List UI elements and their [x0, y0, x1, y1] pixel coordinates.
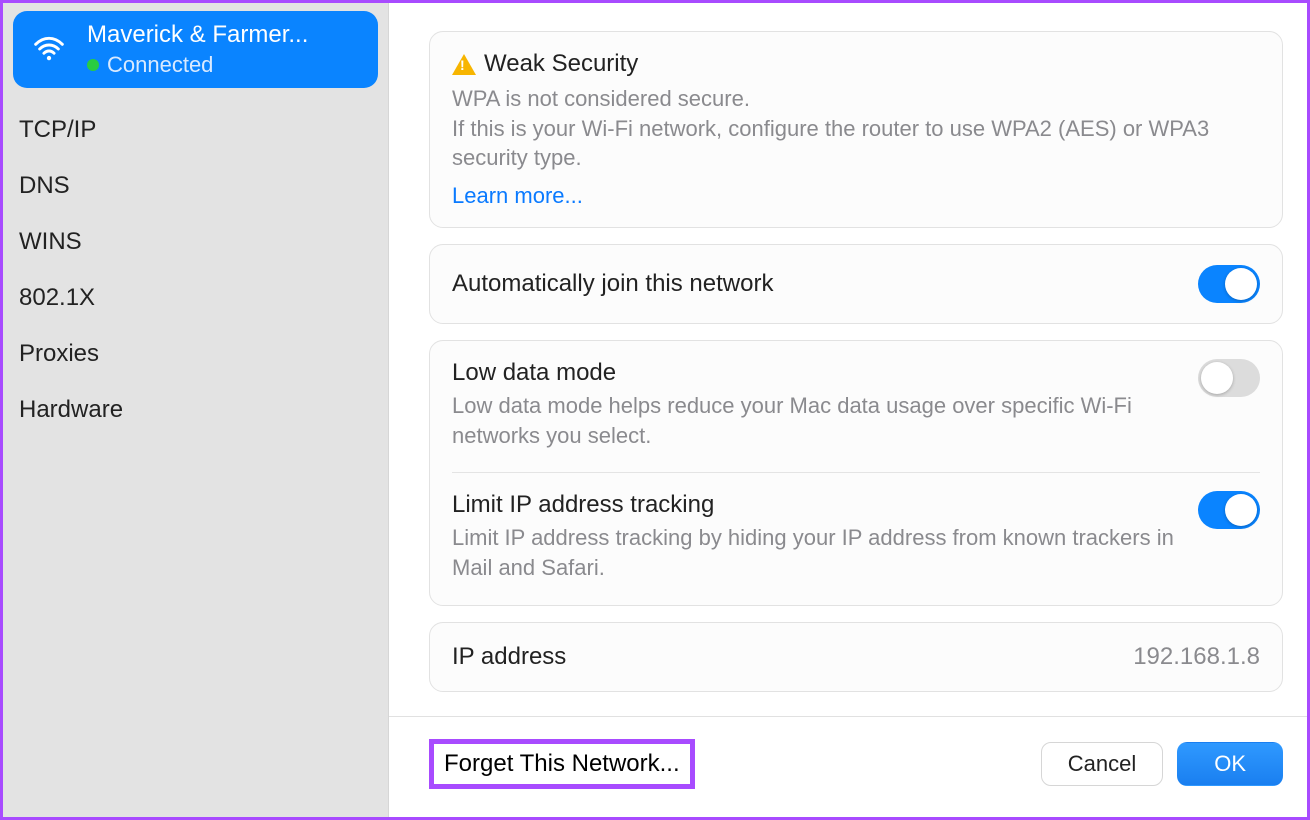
auto-join-toggle[interactable] — [1198, 265, 1260, 303]
security-desc-2: If this is your Wi-Fi network, configure… — [452, 114, 1260, 173]
sidebar-item-proxies[interactable]: Proxies — [13, 326, 378, 382]
sidebar-network-header[interactable]: Maverick & Farmer... Connected — [13, 11, 378, 88]
sidebar-item-hardware[interactable]: Hardware — [13, 382, 378, 438]
footer: Forget This Network... Cancel OK — [389, 716, 1307, 817]
ip-address-card: IP address 192.168.1.8 — [429, 622, 1283, 692]
low-data-toggle[interactable] — [1198, 359, 1260, 397]
data-options-card: Low data mode Low data mode helps reduce… — [429, 340, 1283, 606]
scroll-area[interactable]: Weak Security WPA is not considered secu… — [389, 3, 1307, 716]
security-warning-card: Weak Security WPA is not considered secu… — [429, 31, 1283, 228]
limit-ip-label: Limit IP address tracking — [452, 491, 1180, 519]
status-dot-icon — [87, 59, 99, 71]
ip-address-label: IP address — [452, 643, 566, 671]
low-data-label: Low data mode — [452, 359, 1180, 387]
sidebar-item-dns[interactable]: DNS — [13, 158, 378, 214]
learn-more-link[interactable]: Learn more... — [452, 183, 583, 209]
cancel-button[interactable]: Cancel — [1041, 742, 1163, 786]
ok-button[interactable]: OK — [1177, 742, 1283, 786]
limit-ip-desc: Limit IP address tracking by hiding your… — [452, 523, 1180, 582]
sidebar: Maverick & Farmer... Connected TCP/IP DN… — [3, 3, 389, 817]
network-name: Maverick & Farmer... — [87, 21, 308, 50]
security-heading: Weak Security — [484, 50, 638, 78]
forget-highlight: Forget This Network... — [429, 739, 695, 789]
network-status-text: Connected — [107, 52, 213, 78]
main-panel: Weak Security WPA is not considered secu… — [389, 3, 1307, 817]
auto-join-label: Automatically join this network — [452, 270, 773, 298]
sidebar-item-8021x[interactable]: 802.1X — [13, 270, 378, 326]
auto-join-card: Automatically join this network — [429, 244, 1283, 324]
sidebar-item-wins[interactable]: WINS — [13, 214, 378, 270]
wifi-icon — [25, 25, 73, 73]
ip-address-value: 192.168.1.8 — [1133, 643, 1260, 671]
limit-ip-toggle[interactable] — [1198, 491, 1260, 529]
warning-icon — [452, 54, 476, 75]
network-status: Connected — [87, 52, 308, 78]
low-data-desc: Low data mode helps reduce your Mac data… — [452, 391, 1180, 450]
forget-network-button[interactable]: Forget This Network... — [434, 744, 690, 784]
security-desc-1: WPA is not considered secure. — [452, 84, 1260, 114]
sidebar-item-tcpip[interactable]: TCP/IP — [13, 102, 378, 158]
